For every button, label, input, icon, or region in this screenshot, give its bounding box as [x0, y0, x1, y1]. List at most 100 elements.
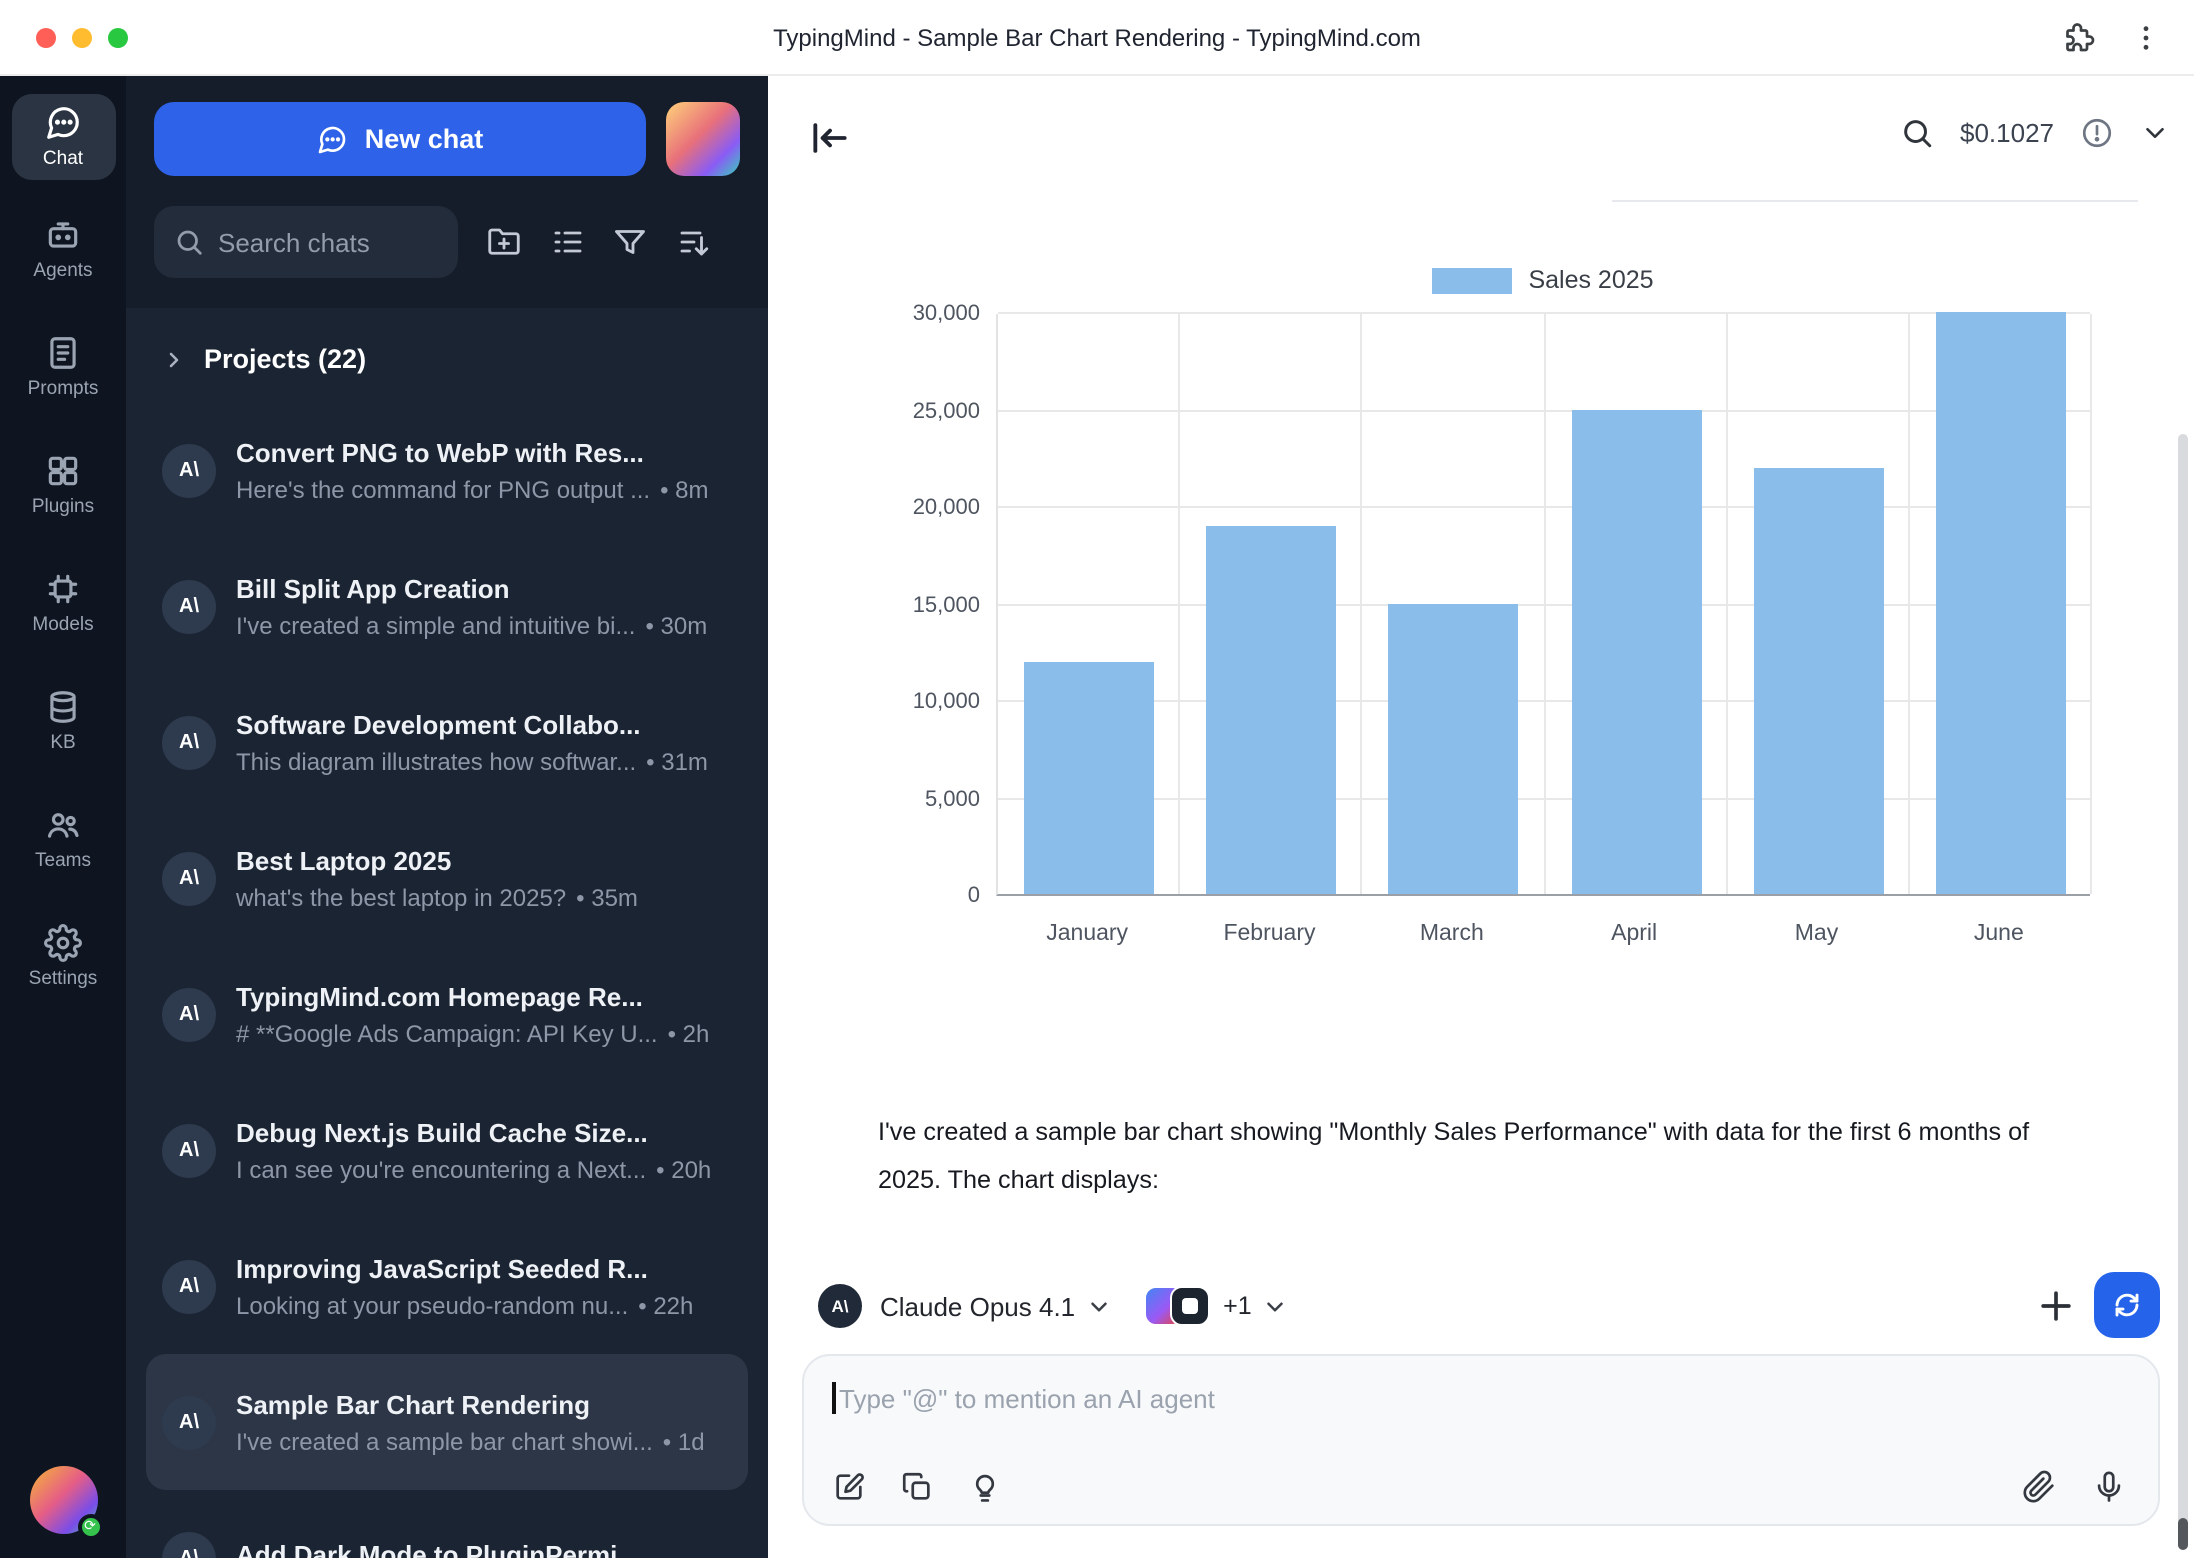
search-icon	[174, 227, 204, 257]
lightbulb-icon[interactable]	[968, 1470, 1002, 1504]
sync-status-badge: ⟳	[77, 1514, 103, 1540]
message-input[interactable]: Type "@" to mention an AI agent	[802, 1354, 2160, 1526]
main-panel: $0.1027 Sales 2025	[768, 76, 2194, 1558]
filter-button[interactable]	[613, 224, 649, 260]
sidebar-item-kb[interactable]: KB	[11, 678, 115, 764]
plugin-icon	[1169, 1286, 1209, 1326]
close-window-button[interactable]	[36, 27, 56, 47]
chat-title: TypingMind.com Homepage Re...	[236, 981, 732, 1011]
window-title: TypingMind - Sample Bar Chart Rendering …	[773, 23, 1421, 51]
chart-plot-area	[996, 314, 2090, 896]
chat-avatar-glyph: A\	[179, 459, 199, 481]
chat-list-item[interactable]: A\ Improving JavaScript Seeded R... Look…	[146, 1218, 748, 1354]
model-row: A\ Claude Opus 4.1 +1	[818, 1272, 2194, 1340]
sidebar-item-settings[interactable]: Settings	[11, 914, 115, 1000]
zoom-window-button[interactable]	[108, 27, 128, 47]
avatar: A\	[162, 851, 216, 905]
warning-icon[interactable]	[2080, 116, 2114, 150]
sidebar-item-prompts[interactable]: Prompts	[11, 324, 115, 410]
collapse-sidebar-icon[interactable]	[808, 116, 852, 160]
chat-avatar-glyph: A\	[179, 595, 199, 617]
input-placeholder: Type "@" to mention an AI agent	[839, 1383, 1215, 1413]
profile-avatar[interactable]	[666, 102, 740, 176]
chevron-down-icon[interactable]	[2140, 118, 2170, 148]
chat-time: • 2h	[668, 1019, 710, 1047]
chart-legend: Sales 2025	[996, 266, 2090, 294]
chat-title: Debug Next.js Build Cache Size...	[236, 1117, 732, 1147]
plugins-selector[interactable]: +1	[1143, 1286, 1252, 1326]
sidebar-item-chat[interactable]: Chat	[11, 94, 115, 180]
model-selector[interactable]: Claude Opus 4.1	[880, 1291, 1075, 1321]
sort-button[interactable]	[676, 224, 712, 260]
sidebar-item-plugins[interactable]: Plugins	[11, 442, 115, 528]
sidebar-item-models[interactable]: Models	[11, 560, 115, 646]
sidebar-item-teams[interactable]: Teams	[11, 796, 115, 882]
chat-list-item[interactable]: A\ Debug Next.js Build Cache Size... I c…	[146, 1082, 748, 1218]
bar-chart: Sales 2025 05,00010,00015,00020,00025,00…	[768, 266, 2194, 966]
chat-list-item[interactable]: A\ TypingMind.com Homepage Re... # **Goo…	[146, 946, 748, 1082]
icon-rail: Chat Agents Prompts	[0, 76, 126, 1558]
chat-list-item[interactable]: A\ Bill Split App Creation I've created …	[146, 538, 748, 674]
new-chat-button[interactable]: New chat	[154, 102, 646, 176]
chat-list-item[interactable]: A\ Sample Bar Chart Rendering I've creat…	[146, 1354, 748, 1490]
sidebar-item-agents[interactable]: Agents	[11, 206, 115, 292]
rail-label-prompts: Prompts	[28, 378, 99, 400]
search-icon[interactable]	[1900, 116, 1934, 150]
copy-icon[interactable]	[900, 1470, 934, 1504]
teams-icon	[44, 806, 82, 844]
traffic-lights	[36, 27, 128, 47]
prompts-icon	[44, 334, 82, 372]
x-tick-label: May	[1795, 922, 1838, 946]
chat-subtitle: Here's the command for PNG output ...	[236, 475, 650, 503]
chat-bubble-icon	[317, 123, 349, 155]
chat-time: • 35m	[576, 883, 638, 911]
usage-cost-badge[interactable]: $0.1027	[1960, 118, 2054, 148]
chevron-down-icon[interactable]	[1262, 1293, 1288, 1319]
chat-list-item[interactable]: A\ Add Dark Mode to PluginPermi...	[146, 1490, 748, 1558]
plus-icon[interactable]	[2034, 1284, 2078, 1328]
bar-april	[1571, 409, 1701, 894]
new-chat-label: New chat	[365, 124, 484, 154]
regenerate-button[interactable]	[2094, 1272, 2160, 1338]
scrollbar-thumb[interactable]	[2178, 1518, 2188, 1550]
user-avatar[interactable]: ⟳	[29, 1466, 97, 1534]
chat-title: Sample Bar Chart Rendering	[236, 1389, 732, 1419]
chat-avatar-glyph: A\	[179, 1003, 199, 1025]
rail-label-settings: Settings	[29, 968, 98, 990]
chat-subtitle: # **Google Ads Campaign: API Key U...	[236, 1019, 658, 1047]
chevron-down-icon[interactable]	[1085, 1293, 1111, 1319]
edit-icon[interactable]	[832, 1470, 866, 1504]
avatar: A\	[162, 1123, 216, 1177]
microphone-icon[interactable]	[2092, 1470, 2126, 1504]
avatar: A\	[162, 987, 216, 1041]
minimize-window-button[interactable]	[72, 27, 92, 47]
chat-list-item[interactable]: A\ Best Laptop 2025 what's the best lapt…	[146, 810, 748, 946]
projects-toggle[interactable]: Projects (22)	[146, 328, 748, 402]
sort-icon	[676, 224, 712, 260]
new-folder-button[interactable]	[486, 224, 522, 260]
scrollbar-track[interactable]	[2178, 434, 2188, 1550]
chat-subtitle: I've created a simple and intuitive bi..…	[236, 611, 635, 639]
y-tick-label: 15,000	[913, 593, 980, 617]
chat-time: • 31m	[646, 747, 708, 775]
extensions-puzzle-icon[interactable]	[2060, 19, 2096, 55]
chat-list-item[interactable]: A\ Software Development Collabo... This …	[146, 674, 748, 810]
folder-plus-icon	[486, 224, 522, 260]
legend-label: Sales 2025	[1528, 266, 1653, 294]
paperclip-icon[interactable]	[2022, 1470, 2056, 1504]
chat-avatar-glyph: A\	[179, 867, 199, 889]
rail-label-teams: Teams	[35, 850, 91, 872]
bulk-select-button[interactable]	[549, 224, 585, 260]
kebab-menu-icon[interactable]	[2130, 21, 2162, 53]
chat-title: Software Development Collabo...	[236, 709, 732, 739]
chat-sidebar: New chat	[126, 76, 768, 1558]
y-tick-label: 0	[968, 884, 980, 908]
x-tick-label: February	[1223, 922, 1315, 946]
text-cursor	[832, 1382, 835, 1414]
chat-avatar-glyph: A\	[179, 1547, 199, 1558]
chat-avatar-glyph: A\	[179, 1411, 199, 1433]
header-divider	[1612, 200, 2138, 202]
x-tick-label: April	[1611, 922, 1657, 946]
chat-list-item[interactable]: A\ Convert PNG to WebP with Res... Here'…	[146, 402, 748, 538]
chat-avatar-glyph: A\	[179, 731, 199, 753]
